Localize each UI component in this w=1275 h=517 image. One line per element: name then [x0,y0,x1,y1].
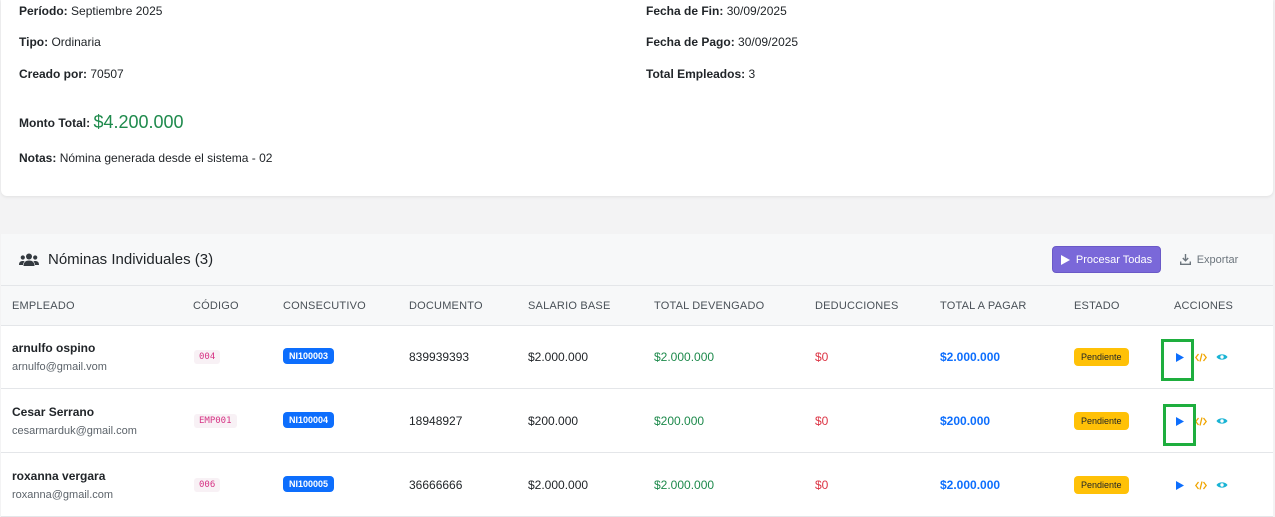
monto-total-field: Monto Total: $4.200.000 [19,112,184,133]
salario-base-value: $200.000 [528,414,579,428]
users-icon [19,253,39,266]
eye-icon [1216,482,1228,488]
code-icon [1195,480,1207,490]
table-header: EMPLEADO CÓDIGO CONSECUTIVO DOCUMENTO SA… [1,286,1273,326]
view-xml-button[interactable] [1194,478,1208,492]
view-xml-button[interactable] [1194,414,1208,428]
total-a-pagar-value: $200.000 [940,414,991,428]
total-empleados-value: 3 [748,67,756,81]
table-row: arnulfo ospino arnulfo@gmail.vom 004 NI1… [1,326,1273,389]
documento-value: 36666666 [409,478,463,492]
employee-code: 004 [194,350,221,364]
status-badge: Pendiente [1074,412,1129,430]
notas-value: Nómina generada desde el sistema - 02 [59,151,273,165]
creado-value: 70507 [90,67,124,81]
view-detail-button[interactable] [1215,478,1229,492]
employee-name: Cesar Serrano [12,405,95,419]
total-devengado-value: $2.000.000 [654,478,715,492]
export-button[interactable]: Exportar [1171,246,1247,273]
status-badge: Pendiente [1074,348,1129,366]
column-header-consecutivo: CONSECUTIVO [283,300,366,312]
eye-icon [1216,354,1228,360]
employee-code: EMP001 [194,414,237,428]
process-all-button[interactable]: Procesar Todas [1052,246,1161,273]
deducciones-value: $0 [815,478,829,492]
notas-field: Notas: Nómina generada desde el sistema … [19,151,272,165]
total-devengado-value: $2.000.000 [654,350,715,364]
periodo-field: Período: Septiembre 2025 [19,4,162,18]
tipo-field: Tipo: Ordinaria [19,35,101,49]
process-row-button[interactable] [1173,478,1187,492]
column-header-total-a-pagar: TOTAL A PAGAR [940,300,1027,312]
consecutivo-badge: NI100004 [283,412,335,428]
fecha-fin-label: Fecha de Fin: [646,4,724,18]
individual-payrolls-card: Nóminas Individuales (3) Procesar Todas … [1,234,1273,517]
row-actions [1173,478,1229,492]
employee-name: arnulfo ospino [12,341,96,355]
column-header-total-devengado: TOTAL DEVENGADO [654,300,765,312]
consecutivo-badge: NI100005 [283,476,335,492]
periodo-label: Período: [19,4,68,18]
column-header-acciones: ACCIONES [1174,300,1234,312]
column-header-deducciones: DEDUCCIONES [815,300,899,312]
code-icon [1195,352,1207,362]
documento-value: 18948927 [409,414,463,428]
column-header-empleado: EMPLEADO [12,300,75,312]
employee-email: arnulfo@gmail.vom [12,361,107,373]
table-row: Cesar Serrano cesarmarduk@gmail.com EMP0… [1,390,1273,453]
column-header-codigo: CÓDIGO [193,300,239,312]
list-title: Nóminas Individuales (3) [19,251,213,268]
payroll-summary-card: Período: Septiembre 2025 Tipo: Ordinaria… [1,0,1273,196]
column-header-estado: ESTADO [1074,300,1120,312]
deducciones-value: $0 [815,414,829,428]
highlight-box [1163,404,1196,446]
code-icon [1195,416,1207,426]
view-xml-button[interactable] [1194,350,1208,364]
eye-icon [1216,418,1228,424]
creado-label: Creado por: [19,67,88,81]
total-a-pagar-value: $2.000.000 [940,350,1001,364]
deducciones-value: $0 [815,350,829,364]
play-icon [1176,480,1184,490]
salario-base-value: $2.000.000 [528,350,589,364]
tipo-label: Tipo: [19,35,49,49]
documento-value: 839939393 [409,350,470,364]
process-all-label: Procesar Todas [1075,253,1153,266]
list-header: Nóminas Individuales (3) Procesar Todas … [1,234,1273,286]
employee-code: 006 [194,478,221,492]
employee-email: cesarmarduk@gmail.com [12,425,137,437]
download-icon [1179,254,1191,265]
status-badge: Pendiente [1074,476,1129,494]
total-empleados-field: Total Empleados: 3 [646,67,755,81]
total-devengado-value: $200.000 [654,414,705,428]
column-header-salario-base: SALARIO BASE [528,300,611,312]
consecutivo-badge: NI100003 [283,348,335,364]
tipo-value: Ordinaria [51,35,101,49]
play-icon [1060,254,1070,265]
table-row: roxanna vergara roxanna@gmail.com 006 NI… [1,454,1273,517]
monto-total-label: Monto Total: [19,116,91,130]
fecha-fin-field: Fecha de Fin: 30/09/2025 [646,4,787,18]
view-detail-button[interactable] [1215,414,1229,428]
creado-field: Creado por: 70507 [19,67,124,81]
fecha-pago-field: Fecha de Pago: 30/09/2025 [646,35,798,49]
column-header-documento: DOCUMENTO [409,300,483,312]
monto-total-value: $4.200.000 [93,112,184,132]
employee-email: roxanna@gmail.com [12,489,114,501]
fecha-pago-label: Fecha de Pago: [646,35,735,49]
total-empleados-label: Total Empleados: [646,67,746,81]
export-label: Exportar [1196,253,1239,266]
fecha-pago-value: 30/09/2025 [738,35,799,49]
periodo-value: Septiembre 2025 [71,4,163,18]
employee-name: roxanna vergara [12,469,106,483]
notas-label: Notas: [19,151,57,165]
fecha-fin-value: 30/09/2025 [726,4,787,18]
list-title-text: Nóminas Individuales (3) [48,251,214,268]
highlight-box [1161,339,1194,381]
salario-base-value: $2.000.000 [528,478,589,492]
view-detail-button[interactable] [1215,350,1229,364]
total-a-pagar-value: $2.000.000 [940,478,1001,492]
